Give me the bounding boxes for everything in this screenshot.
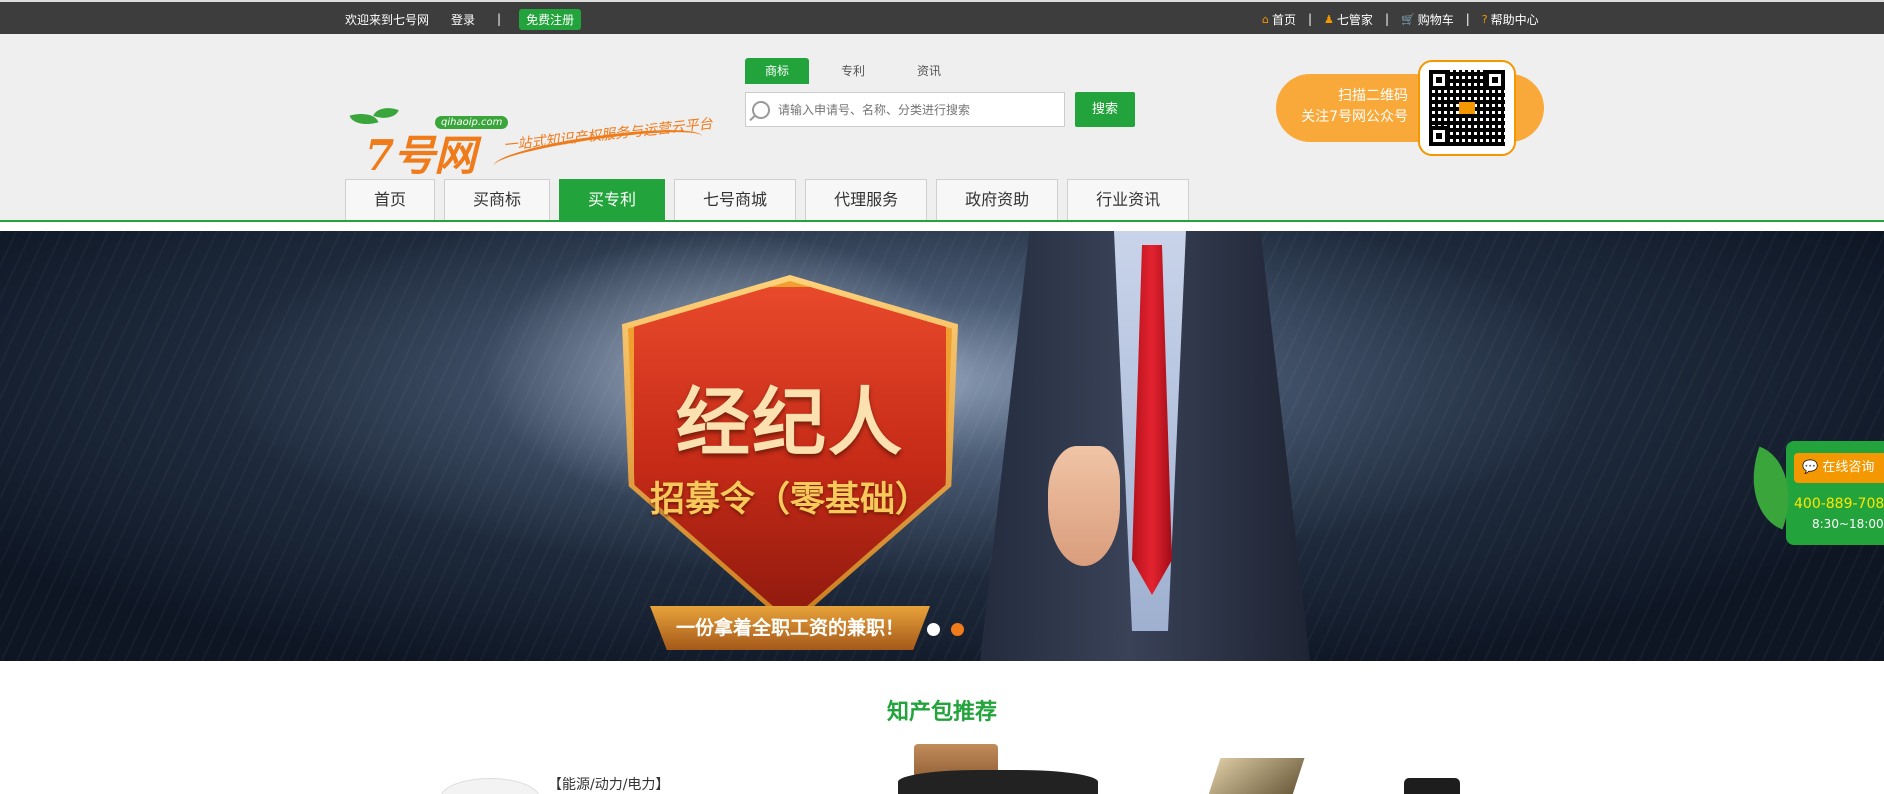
chat-icon: 💬 <box>1802 460 1819 475</box>
site-logo[interactable]: 7号网 qihaoip.com 一站式知识产权服务与运营云平台 <box>343 74 713 181</box>
welcome-text: 欢迎来到七号网 <box>345 12 430 27</box>
qr-code-frame <box>1418 60 1516 156</box>
qr-code-icon <box>1429 70 1505 146</box>
product-image[interactable] <box>898 744 1098 794</box>
online-consult-widget: 💬 在线咨询 400-889-7080 8:30~18:00 <box>1735 441 1884 545</box>
help-icon: ? <box>1481 12 1488 26</box>
product-image[interactable] <box>1207 758 1305 794</box>
person-icon: ♟ <box>1324 12 1334 26</box>
product-image[interactable] <box>440 778 540 794</box>
carousel-dot[interactable] <box>927 623 940 636</box>
nav-item-qihao-mall[interactable]: 七号商城 <box>674 179 797 220</box>
top-link-label: 购物车 <box>1417 12 1454 27</box>
main-nav: 首页 买商标 买专利 七号商城 代理服务 政府资助 行业资讯 <box>345 179 1198 220</box>
top-bar-left: 欢迎来到七号网 登录 | 免费注册 <box>345 2 603 36</box>
consult-hours: 8:30~18:00 <box>1812 517 1884 531</box>
product-category[interactable]: 【能源/动力/电力】 <box>548 774 669 794</box>
search-tab-patent[interactable]: 专利 <box>821 58 885 84</box>
product-image[interactable] <box>1404 778 1460 794</box>
banner-subtitle: 招募令（零基础） <box>649 480 930 520</box>
nav-item-agency-service[interactable]: 代理服务 <box>805 179 928 220</box>
search-box <box>745 92 1065 127</box>
top-link-label: 首页 <box>1271 12 1296 27</box>
qr-promo-line1: 扫描二维码 <box>1338 88 1408 104</box>
nav-divider <box>0 220 1884 222</box>
top-link-cart[interactable]: 🛒 购物车 <box>1401 11 1454 28</box>
banner-title: 经纪人 <box>676 380 904 466</box>
top-bar-right: ⌂ 首页 | ♟ 七管家 | 🛒 购物车 | ? 帮助中心 <box>1262 2 1539 36</box>
separator: | <box>1308 12 1313 26</box>
top-link-label: 帮助中心 <box>1490 12 1539 27</box>
top-link-home[interactable]: ⌂ 首页 <box>1262 11 1296 28</box>
search-icon <box>752 100 770 119</box>
nav-item-government-funding[interactable]: 政府资助 <box>936 179 1059 220</box>
search-button[interactable]: 搜索 <box>1075 92 1135 127</box>
header: 7号网 qihaoip.com 一站式知识产权服务与运营云平台 商标 专利 资讯… <box>0 34 1884 222</box>
nav-item-buy-trademark[interactable]: 买商标 <box>444 179 551 220</box>
search-tab-news[interactable]: 资讯 <box>897 58 961 84</box>
top-link-help[interactable]: ? 帮助中心 <box>1482 11 1539 28</box>
separator: | <box>1465 12 1470 26</box>
qr-promo-line2: 关注7号网公众号 <box>1301 109 1408 125</box>
top-link-steward[interactable]: ♟ 七管家 <box>1324 11 1373 28</box>
online-consult-label: 在线咨询 <box>1822 460 1875 475</box>
banner-shield: 经纪人 招募令（零基础） 一份拿着全职工资的兼职！ <box>622 275 958 650</box>
top-link-label: 七管家 <box>1336 12 1373 27</box>
logo-domain: qihaoip.com <box>435 116 509 129</box>
cart-icon: 🛒 <box>1400 12 1415 26</box>
home-icon: ⌂ <box>1262 12 1269 26</box>
register-button[interactable]: 免费注册 <box>519 8 582 30</box>
search-input[interactable] <box>778 102 1048 117</box>
section-title: 知产包推荐 <box>886 700 997 725</box>
separator: | <box>1384 12 1389 26</box>
nav-item-buy-patent[interactable]: 买专利 <box>559 179 666 220</box>
banner-ribbon: 一份拿着全职工资的兼职！ <box>650 606 930 650</box>
consult-phone: 400-889-7080 <box>1794 496 1884 512</box>
search-tabs: 商标 专利 资讯 <box>745 58 973 84</box>
carousel-dots <box>927 623 975 636</box>
banner-businessman <box>960 231 1330 661</box>
search-tab-trademark[interactable]: 商标 <box>745 58 809 84</box>
qr-promo-text: 扫描二维码 关注7号网公众号 <box>1301 86 1408 128</box>
top-bar: 欢迎来到七号网 登录 | 免费注册 ⌂ 首页 | ♟ 七管家 | 🛒 购物车 |… <box>0 0 1884 34</box>
hero-banner[interactable]: 经纪人 招募令（零基础） 一份拿着全职工资的兼职！ <box>0 231 1884 661</box>
nav-item-industry-news[interactable]: 行业资讯 <box>1067 179 1190 220</box>
separator: | <box>497 12 502 26</box>
online-consult-button[interactable]: 💬 在线咨询 <box>1794 453 1884 483</box>
nav-item-home[interactable]: 首页 <box>345 179 436 220</box>
login-link[interactable]: 登录 <box>451 11 475 28</box>
carousel-dot-active[interactable] <box>951 623 964 636</box>
logo-name: 7号网 <box>365 131 476 180</box>
